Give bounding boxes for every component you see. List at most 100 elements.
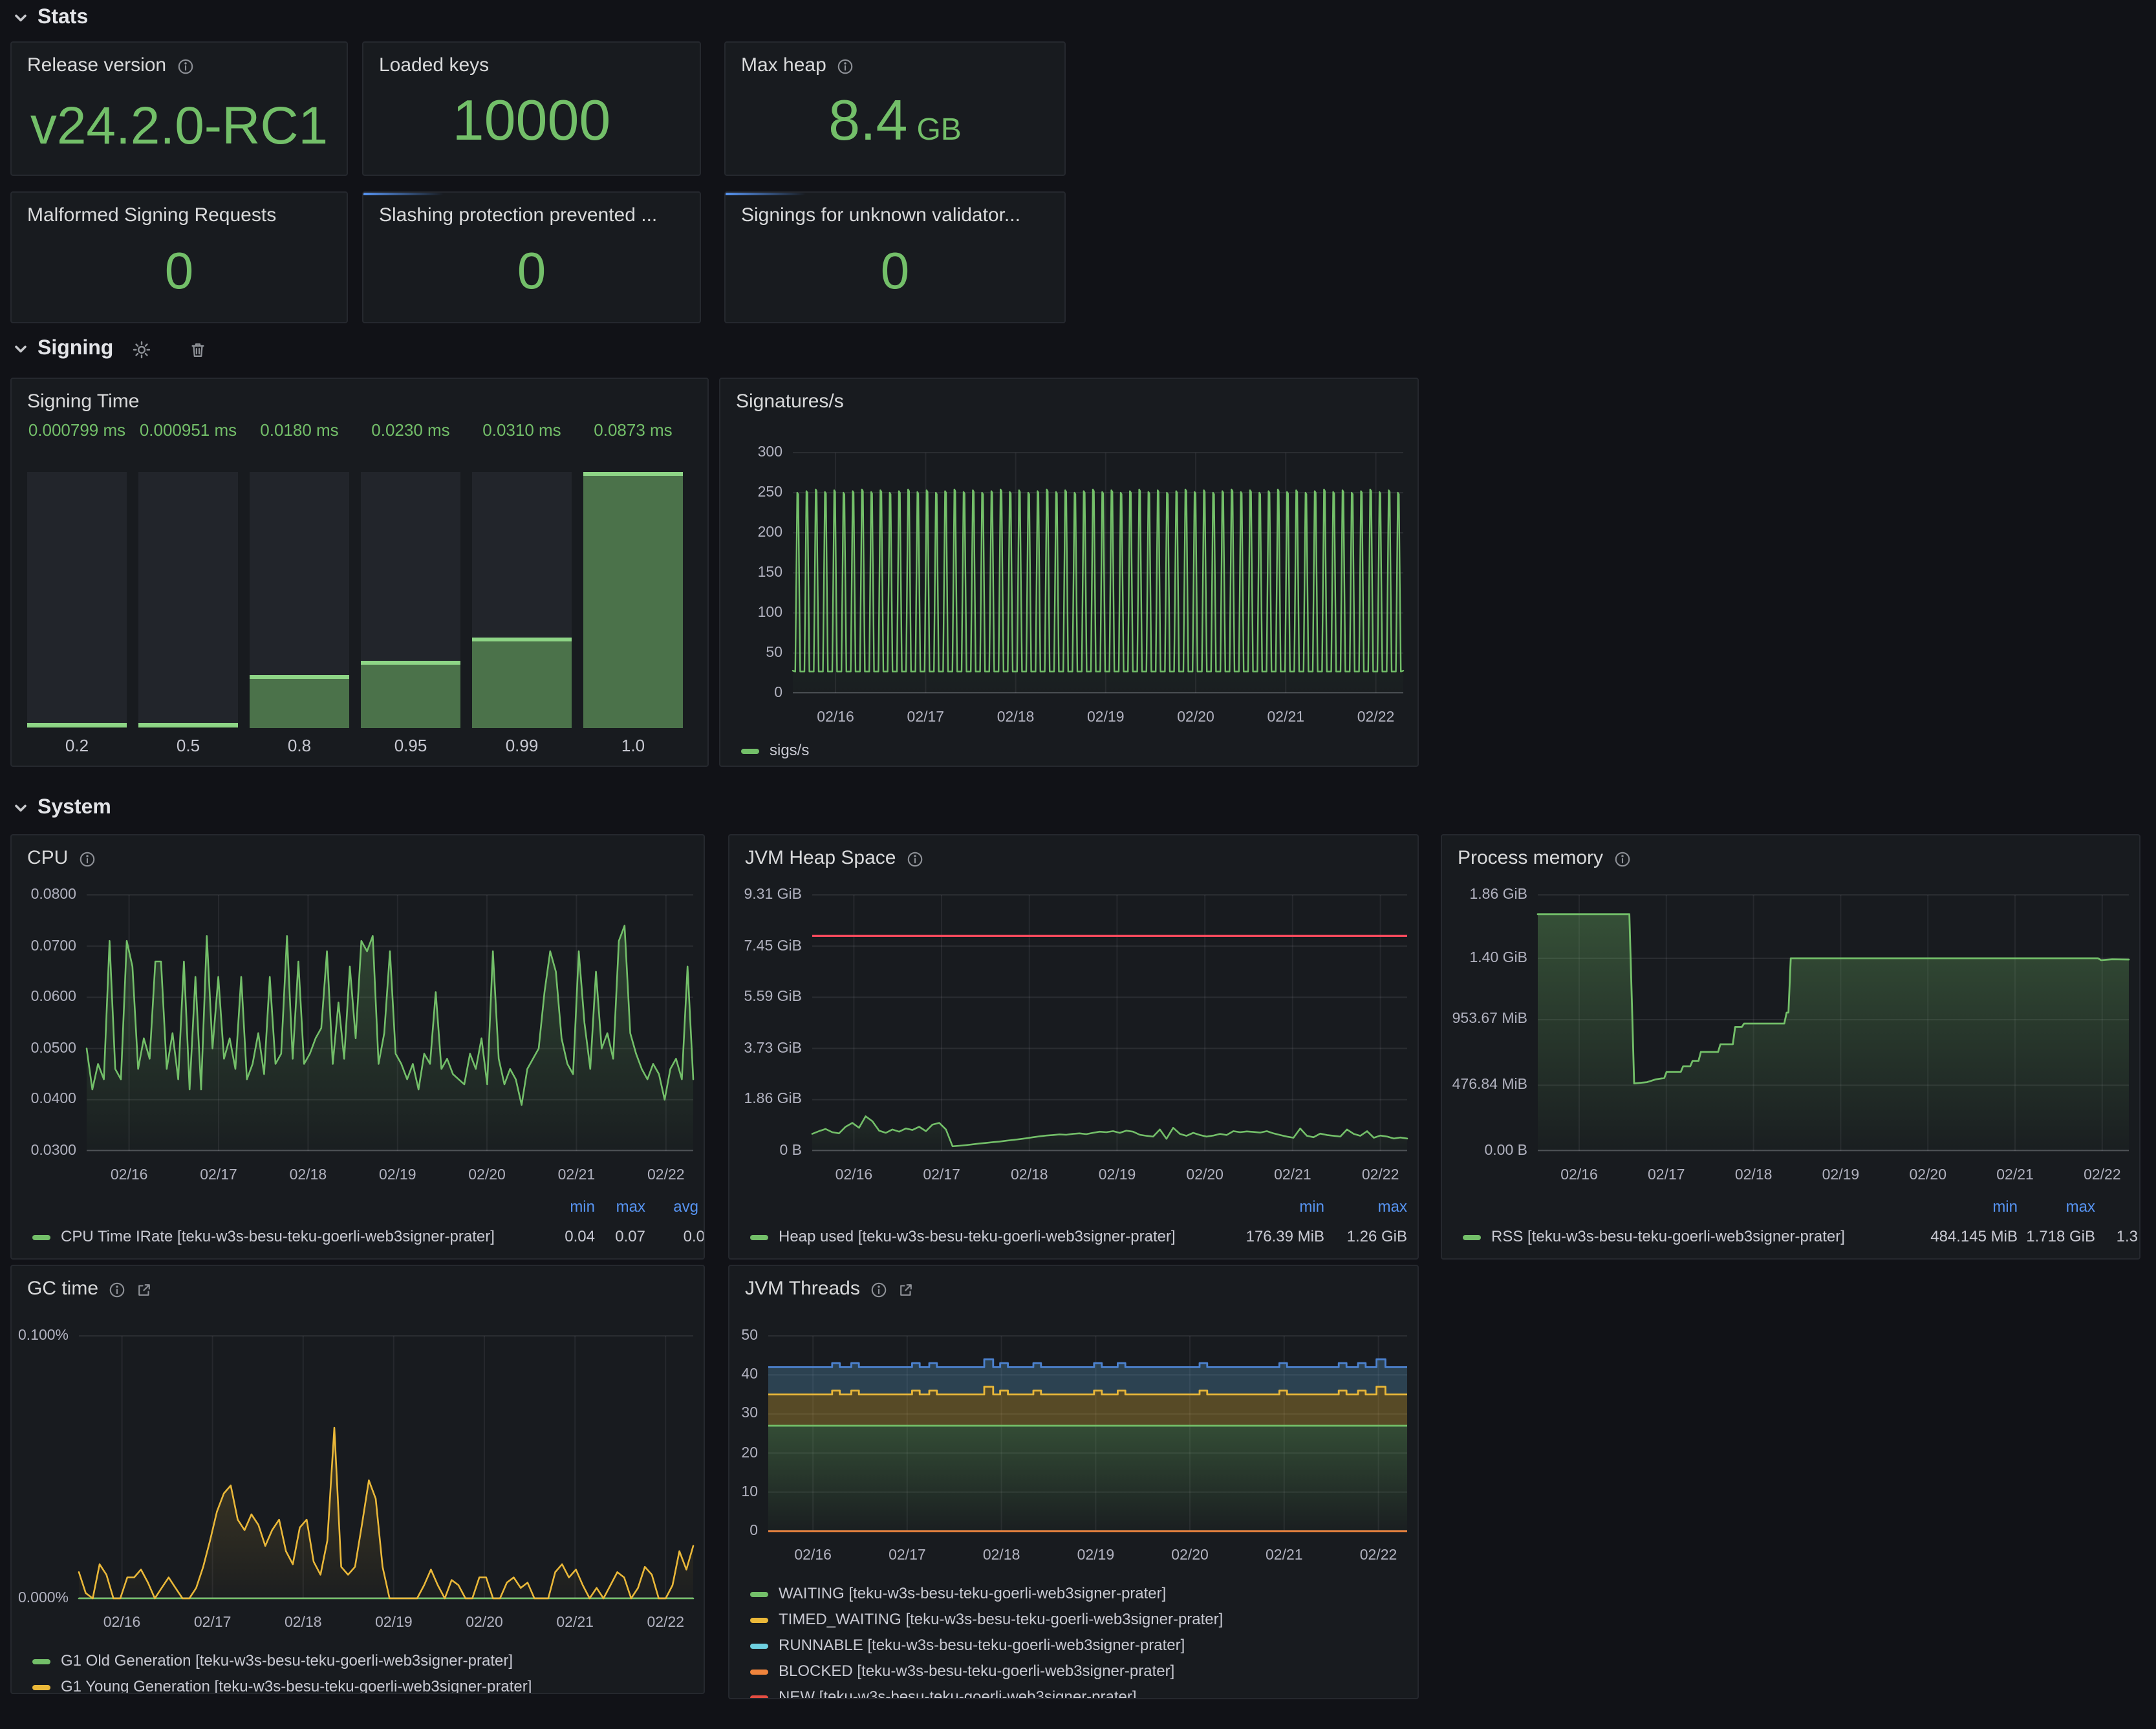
legend-stat-header[interactable]: max <box>2066 1197 2095 1217</box>
legend-stat-value: 1.3 <box>2117 1227 2138 1247</box>
x-axis-label: 02/18 <box>988 1166 1071 1185</box>
y-axis-label: 0.0600 <box>10 988 76 1006</box>
signing-time-gauge[interactable]: 0.000799 ms0.20.000951 ms0.50.0180 ms0.8… <box>12 379 707 766</box>
section-header-signing[interactable]: Signing <box>13 338 113 361</box>
section-header-stats[interactable]: Stats <box>13 6 88 30</box>
info-icon[interactable] <box>870 1281 887 1298</box>
panel-title: JVM Heap Space <box>745 847 896 870</box>
y-axis-label: 1.86 GiB <box>1450 886 1527 904</box>
legend-item[interactable]: BLOCKED [teku-w3s-besu-teku-goerli-web3s… <box>750 1662 1174 1681</box>
legend-stat-header[interactable]: min <box>570 1197 595 1217</box>
panel-title: Slashing protection prevented ... <box>379 204 657 228</box>
x-axis-label: 02/19 <box>1064 709 1147 727</box>
x-axis-label: 02/17 <box>1625 1166 1708 1185</box>
legend-stat-header[interactable]: max <box>616 1197 645 1217</box>
process-memory-chart[interactable]: 0.00 B476.84 MiB953.67 MiB1.40 GiB1.86 G… <box>1442 835 2139 1258</box>
y-axis-label: 0.100% <box>10 1327 69 1345</box>
info-icon[interactable] <box>1613 850 1630 867</box>
y-axis-label: 3.73 GiB <box>728 1039 802 1057</box>
legend-stat-header[interactable]: avg <box>673 1197 698 1217</box>
gauge-fill-cap <box>472 638 572 641</box>
stat-unit: GB <box>916 113 961 147</box>
dashboard: Stats Release version v24.2.0-RC1 Loaded… <box>0 0 2156 1729</box>
gauge-value: 0.0310 ms <box>464 420 579 441</box>
panel-title: Process memory <box>1458 847 1603 870</box>
gauge-category-label: 1.0 <box>576 736 691 757</box>
legend-stat-value: 176.39 MiB <box>1246 1227 1324 1247</box>
legend-item[interactable]: sigs/s <box>741 741 809 760</box>
y-axis-label: 50 <box>728 1327 758 1345</box>
x-axis-label: 02/17 <box>866 1547 949 1565</box>
x-axis-label: 02/21 <box>1251 1166 1334 1185</box>
external-link-icon[interactable] <box>136 1281 153 1298</box>
x-axis-label: 02/22 <box>1337 1547 1419 1565</box>
x-axis-label: 02/19 <box>1054 1547 1137 1565</box>
x-axis-label: 02/18 <box>266 1166 349 1185</box>
cpu-chart[interactable]: 0.03000.04000.05000.06000.07000.080002/1… <box>12 835 704 1258</box>
gear-icon[interactable] <box>132 340 151 360</box>
gauge-bar[interactable] <box>583 472 683 728</box>
legend-stat-value: 484.145 MiB <box>1930 1227 2018 1247</box>
y-axis-label: 7.45 GiB <box>728 937 802 955</box>
x-axis-label: 02/20 <box>443 1614 526 1632</box>
legend-swatch <box>750 1669 768 1674</box>
y-axis-label: 9.31 GiB <box>728 886 802 904</box>
gauge-bar[interactable] <box>361 472 460 728</box>
legend-stat-header[interactable]: max <box>1378 1197 1407 1217</box>
signatures-chart[interactable]: 05010015020025030002/1602/1702/1802/1902… <box>720 379 1418 766</box>
y-axis-label: 0.0400 <box>10 1091 76 1109</box>
gc-time-chart[interactable]: 0.000%0.100%02/1602/1702/1802/1902/2002/… <box>12 1266 704 1693</box>
legend-item[interactable]: G1 Young Generation [teku-w3s-besu-teku-… <box>32 1677 532 1694</box>
legend-item[interactable]: NEW [teku-w3s-besu-teku-goerli-web3signe… <box>750 1688 1137 1699</box>
panel-title: JVM Threads <box>745 1278 860 1301</box>
legend-swatch <box>750 1617 768 1622</box>
legend-stat-header[interactable]: min <box>1299 1197 1324 1217</box>
gauge-category-label: 0.8 <box>242 736 357 757</box>
legend-label: G1 Old Generation [teku-w3s-besu-teku-go… <box>61 1651 513 1671</box>
x-axis-label: 02/18 <box>975 709 1057 727</box>
x-axis-label: 02/21 <box>1974 1166 2056 1185</box>
legend-stat-header[interactable]: min <box>1992 1197 2018 1217</box>
x-axis-label: 02/20 <box>1148 1547 1231 1565</box>
legend-stat-value: 1.718 GiB <box>2026 1227 2095 1247</box>
y-axis-label: 1.40 GiB <box>1450 949 1527 967</box>
y-axis-label: 0.0500 <box>10 1040 76 1058</box>
gauge-bar[interactable] <box>138 472 238 728</box>
section-header-system[interactable]: System <box>13 797 111 820</box>
x-axis-label: 02/19 <box>1799 1166 1882 1185</box>
section-title: Signing <box>38 338 113 361</box>
legend-item[interactable]: Heap used [teku-w3s-besu-teku-goerli-web… <box>750 1227 1176 1247</box>
x-axis-label: 02/16 <box>88 1166 171 1185</box>
y-axis-label: 150 <box>719 564 782 582</box>
info-icon[interactable] <box>177 58 193 74</box>
jvm-heap-chart[interactable]: 0 B1.86 GiB3.73 GiB5.59 GiB7.45 GiB9.31 … <box>729 835 1418 1258</box>
info-icon[interactable] <box>906 850 923 867</box>
loading-indicator <box>363 193 444 195</box>
x-axis-label: 02/17 <box>171 1614 254 1632</box>
legend-swatch <box>750 1643 768 1648</box>
panel-unknown-validator: Signings for unknown validator... 0 <box>724 191 1066 323</box>
jvm-threads-chart[interactable]: 0102030405002/1602/1702/1802/1902/2002/2… <box>729 1266 1418 1698</box>
trash-icon[interactable] <box>189 340 207 360</box>
legend-stat-value: 0.04 <box>565 1227 595 1247</box>
gauge-bar[interactable] <box>27 472 127 728</box>
legend-item[interactable]: CPU Time IRate [teku-w3s-besu-teku-goerl… <box>32 1227 495 1247</box>
legend-item[interactable]: TIMED_WAITING [teku-w3s-besu-teku-goerli… <box>750 1610 1223 1629</box>
y-axis-label: 1.86 GiB <box>728 1091 802 1109</box>
external-link-icon[interactable] <box>898 1281 914 1298</box>
gauge-bar[interactable] <box>250 472 349 728</box>
legend-item[interactable]: WAITING [teku-w3s-besu-teku-goerli-web3s… <box>750 1584 1166 1604</box>
info-icon[interactable] <box>837 58 854 74</box>
stat-value: 8.4GB <box>733 89 1057 163</box>
info-icon[interactable] <box>78 850 95 867</box>
x-axis-label: 02/18 <box>262 1614 345 1632</box>
legend-item[interactable]: RUNNABLE [teku-w3s-besu-teku-goerli-web3… <box>750 1636 1185 1655</box>
legend-item[interactable]: G1 Old Generation [teku-w3s-besu-teku-go… <box>32 1651 513 1671</box>
stat-value: v24.2.0-RC1 <box>19 94 339 156</box>
gauge-category-label: 0.5 <box>131 736 246 757</box>
panel-slashing-prevented: Slashing protection prevented ... 0 <box>362 191 701 323</box>
info-icon[interactable] <box>109 1281 125 1298</box>
legend-item[interactable]: RSS [teku-w3s-besu-teku-goerli-web3signe… <box>1463 1227 1845 1247</box>
gauge-value: 0.0180 ms <box>242 420 357 441</box>
gauge-bar[interactable] <box>472 472 572 728</box>
